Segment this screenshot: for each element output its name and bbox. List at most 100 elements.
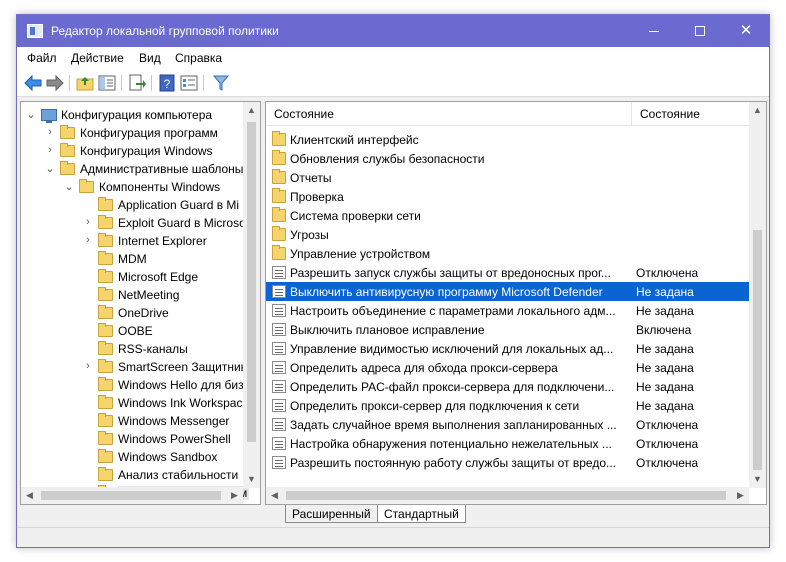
menu-help[interactable]: Справка — [175, 51, 222, 65]
chevron-right-icon[interactable]: › — [82, 234, 94, 248]
tab-extended[interactable]: Расширенный — [285, 505, 378, 523]
up-folder-icon[interactable] — [75, 73, 95, 93]
list-policy-row[interactable]: Управление видимостью исключений для лок… — [266, 339, 766, 358]
tree-item[interactable]: Microsoft Edge — [21, 268, 260, 286]
tree-item[interactable]: › Конфигурация Windows — [21, 142, 260, 160]
tree-item[interactable]: OOBE — [21, 322, 260, 340]
chevron-right-icon[interactable]: › — [44, 126, 56, 140]
minimize-button[interactable] — [631, 15, 677, 47]
tree-item-label: OOBE — [118, 324, 153, 338]
tree-item[interactable]: Windows Sandbox — [21, 448, 260, 466]
tree-item-label: Анализ стабильности — [118, 468, 239, 482]
filter-icon[interactable] — [211, 73, 231, 93]
list-folder-row[interactable]: Клиентский интерфейс — [266, 130, 766, 149]
tree-item[interactable]: NetMeeting — [21, 286, 260, 304]
tree-scroll-thumb[interactable] — [247, 122, 256, 442]
computer-icon — [41, 109, 57, 123]
tree-item-label: Конфигурация программ — [80, 126, 218, 140]
policy-setting-icon — [272, 437, 286, 450]
show-hide-tree-icon[interactable] — [97, 73, 117, 93]
chevron-right-icon[interactable]: › — [44, 144, 56, 158]
list-folder-row[interactable]: Система проверки сети — [266, 206, 766, 225]
tree-pane[interactable]: ⌄ Конфигурация компьютера › Конфигурация пр… — [20, 101, 261, 505]
policy-setting-icon — [272, 266, 286, 279]
list-policy-row[interactable]: Задать случайное время выполнения заплан… — [266, 415, 766, 434]
export-list-icon[interactable] — [127, 73, 147, 93]
tree-vertical-scrollbar[interactable]: ▲ ▼ — [243, 102, 260, 488]
tab-standard[interactable]: Стандартный — [377, 505, 466, 523]
list-hscroll-thumb[interactable] — [286, 491, 726, 500]
chevron-down-icon[interactable]: ⌄ — [63, 180, 75, 194]
list-folder-row[interactable]: Угрозы — [266, 225, 766, 244]
list-policy-row[interactable]: Разрешить постоянную работу службы защит… — [266, 453, 766, 472]
list-policy-row[interactable]: Настройка обнаружения потенциально нежел… — [266, 434, 766, 453]
list-folder-row[interactable]: Обновления службы безопасности — [266, 149, 766, 168]
scroll-right-icon[interactable]: ▶ — [226, 487, 243, 504]
scroll-up-icon[interactable]: ▲ — [243, 102, 260, 119]
chevron-placeholder — [82, 450, 94, 464]
settings-list-pane[interactable]: Состояние Состояние Клиентский интерфейс… — [265, 101, 767, 505]
chevron-right-icon[interactable]: › — [82, 216, 94, 230]
tree-item[interactable]: Application Guard в Mi — [21, 196, 260, 214]
list-policy-row[interactable]: Настроить объединение с параметрами лока… — [266, 301, 766, 320]
tree-hscroll-thumb[interactable] — [41, 491, 221, 500]
maximize-button[interactable] — [677, 15, 723, 47]
chevron-down-icon[interactable]: ⌄ — [44, 162, 56, 176]
back-arrow-icon[interactable] — [23, 73, 43, 93]
tree-item[interactable]: › Exploit Guard в Microso — [21, 214, 260, 232]
column-header-name[interactable]: Состояние — [266, 102, 632, 126]
list-policy-row[interactable]: Выключить антивирусную программу Microso… — [266, 282, 766, 301]
scroll-right-icon[interactable]: ▶ — [732, 487, 749, 504]
close-button[interactable]: ✕ — [723, 15, 769, 47]
tree-item[interactable]: ⌄ Компоненты Windows — [21, 178, 260, 196]
tree-item[interactable]: Анализ стабильности — [21, 466, 260, 484]
forward-arrow-icon[interactable] — [45, 73, 65, 93]
tree-horizontal-scrollbar[interactable]: ◀ ▶ — [21, 487, 243, 504]
scroll-left-icon[interactable]: ◀ — [21, 487, 38, 504]
list-folder-row[interactable]: Отчеты — [266, 168, 766, 187]
list-vertical-scrollbar[interactable]: ▲ ▼ — [749, 102, 766, 488]
list-item-name: Система проверки сети — [290, 209, 421, 223]
chevron-down-icon[interactable]: ⌄ — [25, 108, 37, 122]
tree-item[interactable]: ⌄ Конфигурация компьютера — [21, 106, 260, 124]
list-policy-row[interactable]: Выключить плановое исправление Включена — [266, 320, 766, 339]
folder-icon — [272, 131, 286, 146]
menu-file[interactable]: Файл — [27, 51, 57, 65]
tree-item[interactable]: OneDrive — [21, 304, 260, 322]
tree-item[interactable]: › Конфигурация программ — [21, 124, 260, 142]
list-scroll-thumb[interactable] — [753, 230, 762, 470]
tree-item[interactable]: › Internet Explorer — [21, 232, 260, 250]
list-folder-row[interactable]: Проверка — [266, 187, 766, 206]
tree-item[interactable]: ⌄ Административные шаблоны — [21, 160, 260, 178]
column-header-state[interactable]: Состояние — [632, 102, 766, 126]
folder-icon — [98, 215, 113, 229]
tree-item[interactable]: Windows Hello для биз — [21, 376, 260, 394]
scroll-left-icon[interactable]: ◀ — [266, 487, 283, 504]
tree-item[interactable]: Windows Ink Workspac — [21, 394, 260, 412]
view-tabs: Расширенный Стандартный — [265, 505, 767, 525]
scroll-up-icon[interactable]: ▲ — [749, 102, 766, 119]
tree-item[interactable]: Windows Messenger — [21, 412, 260, 430]
scroll-down-icon[interactable]: ▼ — [243, 471, 260, 488]
chevron-placeholder — [82, 396, 94, 410]
scroll-down-icon[interactable]: ▼ — [749, 471, 766, 488]
list-policy-row[interactable]: Определить PAC-файл прокси-сервера для п… — [266, 377, 766, 396]
tree-item[interactable]: Windows PowerShell — [21, 430, 260, 448]
chevron-right-icon[interactable]: › — [82, 360, 94, 374]
chevron-placeholder — [82, 198, 94, 212]
list-horizontal-scrollbar[interactable]: ◀ ▶ — [266, 487, 749, 504]
toolbar-separator — [151, 75, 152, 91]
menu-action[interactable]: Действие — [71, 51, 124, 65]
list-policy-row[interactable]: Разрешить запуск службы защиты от вредон… — [266, 263, 766, 282]
help-icon[interactable]: ? — [157, 73, 177, 93]
menu-view[interactable]: Вид — [139, 51, 161, 65]
list-policy-row[interactable]: Определить прокси-сервер для подключения… — [266, 396, 766, 415]
tree-item[interactable]: MDM — [21, 250, 260, 268]
title-bar[interactable]: Редактор локальной групповой политики ✕ — [17, 15, 769, 47]
tree-item[interactable]: › SmartScreen Защитник — [21, 358, 260, 376]
tree-item[interactable]: RSS-каналы — [21, 340, 260, 358]
folder-icon — [60, 125, 75, 139]
list-folder-row[interactable]: Управление устройством — [266, 244, 766, 263]
list-policy-row[interactable]: Определить адреса для обхода прокси-серв… — [266, 358, 766, 377]
properties-icon[interactable] — [179, 73, 199, 93]
